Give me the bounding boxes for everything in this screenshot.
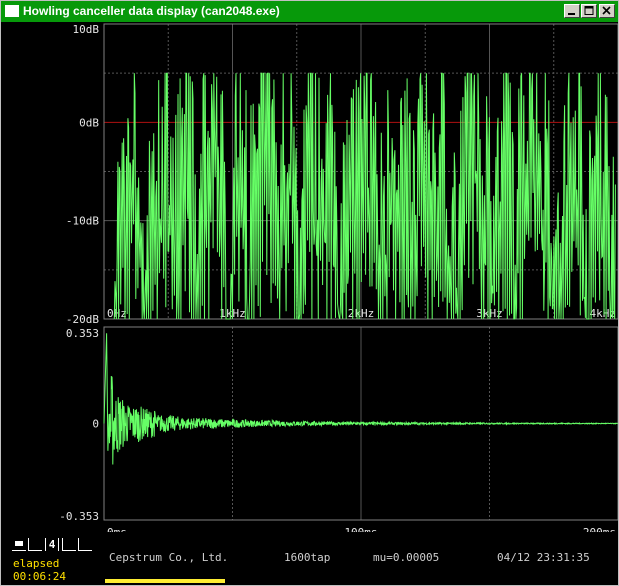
spectrum-x-tick-label: 2kHz bbox=[348, 307, 375, 320]
app-window: Howling canceller data display (can2048.… bbox=[0, 0, 619, 586]
step-up-button[interactable] bbox=[62, 538, 76, 551]
spectrum-y-tick-label: 0dB bbox=[79, 116, 99, 129]
plot-area: 10dB0dB-10dB-20dB 0Hz 1kHz 2kHz 3kHz 4kHz0.35… bbox=[59, 23, 618, 532]
impulse-y-tick-label: -0.353 bbox=[59, 510, 99, 523]
next-button[interactable] bbox=[78, 538, 92, 551]
selector-value[interactable]: 4 bbox=[45, 538, 59, 551]
title-bar[interactable]: Howling canceller data display (can2048.… bbox=[1, 1, 618, 22]
app-icon[interactable] bbox=[5, 5, 19, 17]
mode-toggle[interactable] bbox=[12, 538, 26, 551]
spectrum-y-tick-label: 10dB bbox=[73, 23, 100, 36]
date-time: 04/12 23:31:35 bbox=[497, 551, 590, 564]
impulse-y-tick-label: 0.353 bbox=[66, 327, 99, 340]
tap-count: 1600tap bbox=[284, 551, 331, 564]
spectrum-y-tick-label: -20dB bbox=[66, 313, 99, 326]
window-title: Howling canceller data display (can2048.… bbox=[23, 4, 280, 18]
spectrum-trace bbox=[113, 72, 616, 320]
impulse-y-tick-label: 0 bbox=[92, 418, 99, 431]
spectrum-x-tick-label: 4kHz bbox=[590, 307, 617, 320]
mu-value: mu=0.00005 bbox=[373, 551, 440, 564]
spectrum-y-tick-label: -10dB bbox=[66, 215, 99, 228]
company-name: Cepstrum Co., Ltd. bbox=[109, 551, 229, 564]
maximize-button[interactable] bbox=[581, 4, 597, 18]
close-button[interactable] bbox=[599, 4, 615, 18]
progress-bar bbox=[105, 579, 225, 583]
impulse-x-tick-label: 0ms bbox=[107, 526, 127, 532]
close-icon bbox=[602, 6, 611, 15]
mode-toggle-indicator bbox=[15, 541, 23, 546]
impulse-x-tick-label: 200ms bbox=[583, 526, 616, 532]
minimize-icon bbox=[568, 13, 575, 15]
minimize-button[interactable] bbox=[564, 4, 580, 18]
impulse-x-tick-label: 100ms bbox=[344, 526, 377, 532]
maximize-icon bbox=[584, 6, 594, 15]
step-down-button[interactable] bbox=[28, 538, 42, 551]
elapsed-label: elapsed bbox=[13, 557, 60, 570]
elapsed-time: 00:06:24 bbox=[13, 570, 66, 583]
